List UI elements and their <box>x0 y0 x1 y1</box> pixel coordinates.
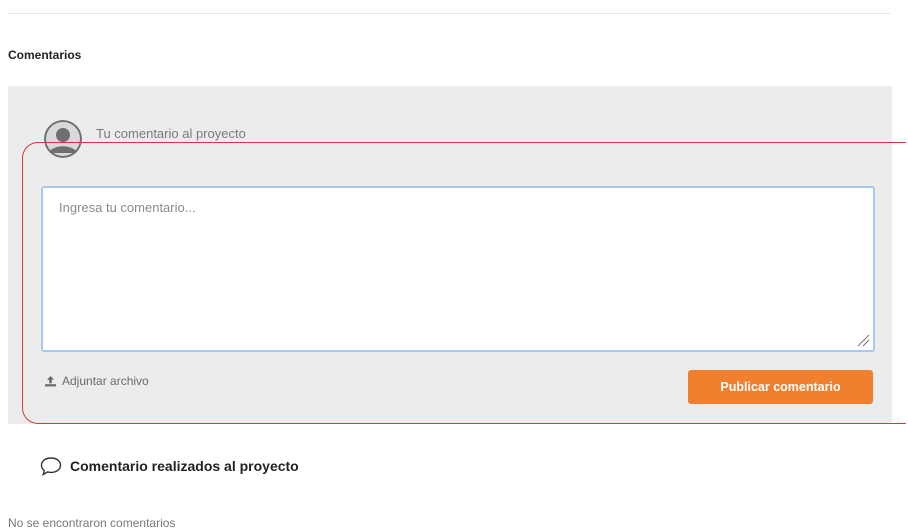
top-divider <box>8 13 890 14</box>
speech-bubble-icon <box>40 457 62 476</box>
empty-comments-message: No se encontraron comentarios <box>8 516 176 530</box>
comment-textarea[interactable] <box>41 186 875 352</box>
user-avatar-icon <box>44 120 82 158</box>
resize-handle-icon[interactable] <box>856 333 870 347</box>
comments-list-title: Comentario realizados al proyecto <box>70 458 299 474</box>
attach-file-link[interactable]: Adjuntar archivo <box>44 374 149 388</box>
attach-file-label: Adjuntar archivo <box>62 374 149 388</box>
comment-user-label: Tu comentario al proyecto <box>96 126 246 141</box>
comments-list-heading: Comentario realizados al proyecto <box>40 456 299 476</box>
publish-comment-button[interactable]: Publicar comentario <box>688 370 873 404</box>
section-title: Comentarios <box>8 48 82 62</box>
upload-icon <box>45 376 56 387</box>
